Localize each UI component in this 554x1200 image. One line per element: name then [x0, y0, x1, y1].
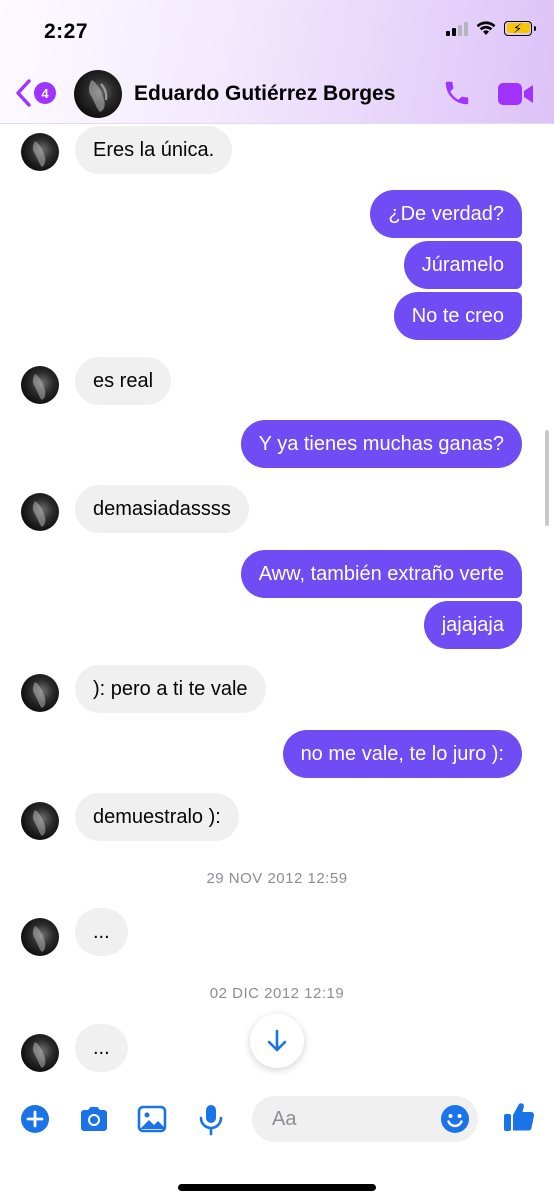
image-icon [137, 1105, 167, 1133]
cellular-signal-icon [446, 20, 468, 36]
wifi-icon [476, 20, 496, 35]
video-call-button[interactable] [496, 80, 536, 113]
sender-avatar[interactable] [21, 366, 59, 404]
back-button[interactable]: 4 [14, 78, 56, 108]
date-separator: 02 DIC 2012 12:19 [209, 985, 345, 1002]
unread-count-badge: 4 [34, 82, 56, 104]
home-indicator[interactable] [178, 1184, 376, 1191]
camera-icon [81, 1107, 107, 1131]
top-bar: 2:27 ⚡ 4 Eduardo Gutiérrez Borges [0, 0, 554, 124]
message-bubble[interactable]: Eres la única. [75, 126, 233, 174]
sender-avatar[interactable] [21, 802, 59, 840]
message-bubble[interactable]: Júramelo [403, 241, 522, 289]
message-bubble[interactable]: demuestralo ): [75, 793, 239, 841]
status-time: 2:27 [44, 20, 89, 43]
message-bubble[interactable]: ): pero a ti te vale [75, 665, 266, 713]
date-separator: 29 NOV 2012 12:59 [206, 870, 348, 887]
sender-avatar[interactable] [21, 918, 59, 956]
battery-icon: ⚡ [504, 20, 536, 36]
sender-avatar[interactable] [21, 1034, 59, 1072]
status-icons: ⚡ [446, 20, 536, 36]
message-input[interactable]: Aa [252, 1096, 478, 1142]
like-button[interactable] [502, 1100, 536, 1139]
scroll-to-bottom-button[interactable] [250, 1014, 304, 1068]
more-actions-button[interactable] [20, 1104, 50, 1139]
message-bubble[interactable]: es real [75, 357, 172, 405]
message-bubble[interactable]: jajajaja [423, 601, 522, 649]
emoji-button[interactable] [440, 1104, 470, 1139]
call-button[interactable] [442, 78, 472, 113]
voice-message-button[interactable] [198, 1104, 224, 1141]
message-bubble[interactable]: no me vale, te lo juro ): [282, 730, 522, 778]
message-bubble[interactable]: No te creo [393, 292, 522, 340]
contact-avatar[interactable] [74, 70, 122, 118]
message-input-placeholder: Aa [272, 1108, 297, 1130]
camera-button[interactable] [78, 1104, 110, 1139]
sender-avatar[interactable] [21, 133, 59, 171]
message-bubble[interactable]: Y ya tienes muchas ganas? [240, 420, 522, 468]
conversation-header: 4 Eduardo Gutiérrez Borges [0, 64, 554, 124]
message-bubble[interactable]: ... [75, 908, 128, 956]
sender-avatar[interactable] [21, 493, 59, 531]
message-bubble[interactable]: Aww, también extraño verte [240, 550, 522, 598]
message-composer: Aa [0, 1086, 554, 1200]
thumbs-up-icon [504, 1103, 535, 1131]
back-chevron-icon [16, 79, 31, 107]
message-bubble[interactable]: demasiadassss [75, 485, 249, 533]
phone-icon [445, 81, 469, 105]
message-bubble[interactable]: ¿De verdad? [370, 190, 522, 238]
scrollbar[interactable] [545, 430, 549, 526]
microphone-icon [199, 1105, 223, 1136]
message-bubble[interactable]: ... [75, 1024, 128, 1072]
contact-name[interactable]: Eduardo Gutiérrez Borges [134, 82, 395, 106]
sender-avatar[interactable] [21, 674, 59, 712]
emoji-icon [441, 1105, 469, 1133]
plus-circle-icon [21, 1105, 49, 1133]
arrow-down-icon [267, 1029, 287, 1052]
gallery-button[interactable] [137, 1104, 167, 1139]
video-camera-icon [498, 83, 533, 105]
